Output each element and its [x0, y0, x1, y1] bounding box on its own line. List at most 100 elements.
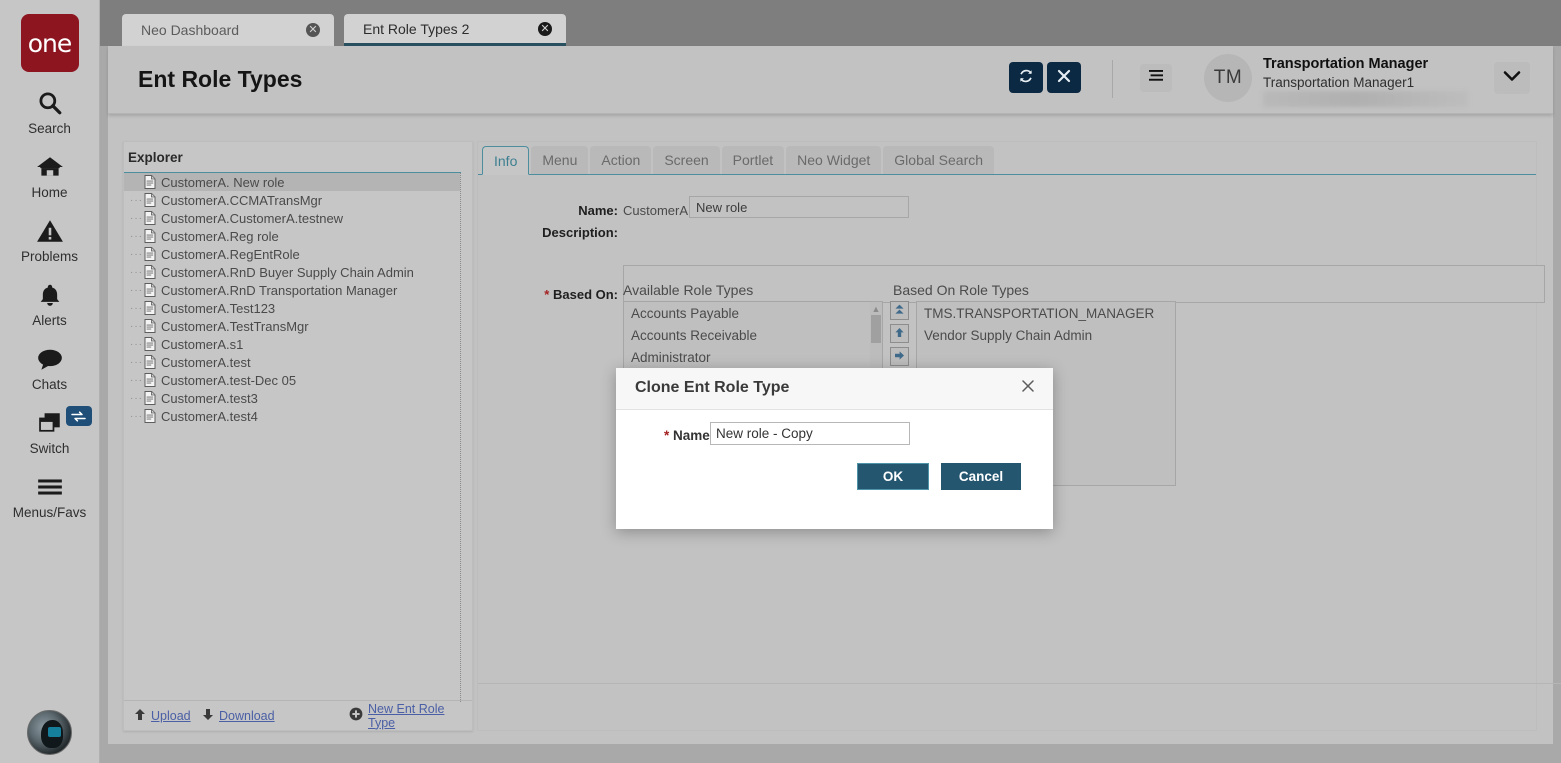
- tab-action[interactable]: Action: [590, 146, 651, 174]
- tree-connector: ···: [130, 321, 142, 332]
- document-icon: [142, 175, 158, 189]
- description-textarea[interactable]: [623, 265, 1545, 303]
- page-title: Ent Role Types: [138, 66, 302, 93]
- move-up-button[interactable]: [890, 324, 909, 343]
- tab-label: Action: [601, 152, 640, 168]
- scrollbar-thumb[interactable]: [871, 315, 881, 343]
- explorer-tree-item[interactable]: ···CustomerA.RnD Transportation Manager: [124, 281, 460, 299]
- available-role-type-item[interactable]: Accounts Receivable: [624, 324, 882, 346]
- name-input[interactable]: [689, 196, 909, 218]
- browser-tab-label: Ent Role Types 2: [344, 21, 469, 37]
- avatar[interactable]: [27, 710, 72, 755]
- explorer-tree-item[interactable]: ··· CustomerA.CustomerA.testnew: [124, 209, 460, 227]
- page-header: Ent Role Types TM Transportation Manager…: [108, 46, 1553, 114]
- explorer-tree-item-label: CustomerA.RnD Transportation Manager: [161, 283, 397, 298]
- tree-connector: ···: [130, 213, 142, 224]
- name-prefix: CustomerA .: [623, 203, 695, 218]
- sidebar-item-label: Switch: [30, 441, 70, 456]
- explorer-tree-item[interactable]: ···CustomerA.Reg role: [124, 227, 460, 245]
- explorer-tree[interactable]: CustomerA. New role···CustomerA.CCMATran…: [124, 173, 461, 702]
- available-role-type-item[interactable]: Accounts Payable: [624, 302, 882, 324]
- browser-tab-neo-dashboard[interactable]: Neo Dashboard ✕: [122, 14, 334, 46]
- tab-label: Screen: [664, 152, 708, 168]
- document-icon: [142, 265, 158, 279]
- explorer-tree-item-label: CustomerA.RnD Buyer Supply Chain Admin: [161, 265, 414, 280]
- dialog-ok-button[interactable]: OK: [857, 463, 929, 490]
- tab-neo-widget[interactable]: Neo Widget: [786, 146, 881, 174]
- new-ent-role-type-link[interactable]: New Ent Role Type: [368, 702, 472, 730]
- explorer-tree-item[interactable]: ···CustomerA.Test123: [124, 299, 460, 317]
- close-icon[interactable]: ✕: [306, 23, 320, 37]
- tree-connector: ···: [130, 249, 142, 260]
- download-link[interactable]: Download: [219, 709, 275, 723]
- document-icon: [142, 319, 158, 333]
- explorer-tree-item[interactable]: CustomerA. New role: [124, 173, 460, 191]
- tab-portlet[interactable]: Portlet: [722, 146, 784, 174]
- based-on-role-type-item[interactable]: Vendor Supply Chain Admin: [917, 324, 1175, 346]
- sidebar-item-switch[interactable]: Switch: [0, 392, 100, 456]
- close-page-button[interactable]: [1047, 62, 1081, 93]
- explorer-tree-item-label: CustomerA.test4: [161, 409, 258, 424]
- header-menu-button[interactable]: [1140, 64, 1172, 92]
- refresh-button[interactable]: [1009, 62, 1043, 93]
- scroll-up-arrow-icon[interactable]: ▲: [871, 304, 881, 314]
- redacted-user-field: [1263, 91, 1468, 107]
- explorer-tree-item[interactable]: ···CustomerA.test-Dec 05: [124, 371, 460, 389]
- tab-menu[interactable]: Menu: [531, 146, 588, 174]
- sidebar-item-problems[interactable]: Problems: [0, 200, 100, 264]
- windows-stack-icon: [37, 408, 63, 438]
- explorer-tree-item-label: CustomerA.CustomerA.testnew: [161, 211, 343, 226]
- dialog-title: Clone Ent Role Type: [635, 379, 789, 397]
- tab-global-search[interactable]: Global Search: [883, 146, 994, 174]
- document-icon: [142, 355, 158, 369]
- sidebar-item-label: Problems: [21, 249, 78, 264]
- user-avatar[interactable]: TM: [1204, 54, 1252, 102]
- browser-tab-ent-role-types-2[interactable]: Ent Role Types 2 ✕: [344, 14, 566, 46]
- document-icon: [142, 409, 158, 423]
- explorer-tree-item-label: CustomerA.s1: [161, 337, 243, 352]
- sidebar-item-chats[interactable]: Chats: [0, 328, 100, 392]
- based-on-role-type-item[interactable]: TMS.TRANSPORTATION_MANAGER: [917, 302, 1175, 324]
- tab-info[interactable]: Info: [482, 146, 529, 175]
- explorer-tree-item-label: CustomerA.test-Dec 05: [161, 373, 296, 388]
- dialog-close-button[interactable]: [1017, 377, 1039, 399]
- based-on-label: * Based On:: [488, 287, 618, 302]
- explorer-tree-item[interactable]: ···CustomerA.RnD Buyer Supply Chain Admi…: [124, 263, 460, 281]
- explorer-tree-item[interactable]: ···CustomerA.test3: [124, 389, 460, 407]
- explorer-tree-item[interactable]: ···CustomerA.test: [124, 353, 460, 371]
- explorer-tree-item[interactable]: ···CustomerA.s1: [124, 335, 460, 353]
- header-divider: [1112, 60, 1113, 98]
- explorer-tree-item[interactable]: ···CustomerA.TestTransMgr: [124, 317, 460, 335]
- arrow-up-icon: [894, 327, 905, 341]
- move-all-right-button[interactable]: [890, 301, 909, 320]
- sidebar-item-search[interactable]: Search: [0, 72, 100, 136]
- tab-screen[interactable]: Screen: [653, 146, 719, 174]
- user-name: Transportation Manager: [1263, 56, 1428, 72]
- hamburger-icon: [36, 472, 64, 502]
- explorer-tree-item[interactable]: ···CustomerA.test4: [124, 407, 460, 425]
- sidebar-item-label: Alerts: [32, 313, 67, 328]
- dialog-name-input[interactable]: [710, 422, 910, 445]
- document-icon: [142, 283, 158, 297]
- sidebar-item-home[interactable]: Home: [0, 136, 100, 200]
- sidebar-item-alerts[interactable]: Alerts: [0, 264, 100, 328]
- content-tab-row[interactable]: InfoMenu Action Screen PortletNeo Widget Glo…: [478, 142, 1536, 175]
- dialog-cancel-button[interactable]: Cancel: [941, 463, 1021, 490]
- swap-arrows-icon[interactable]: [66, 406, 92, 426]
- user-menu-button[interactable]: [1494, 62, 1530, 94]
- close-icon[interactable]: ✕: [538, 22, 552, 36]
- user-subtitle: Transportation Manager1: [1263, 75, 1414, 90]
- move-right-button[interactable]: [890, 347, 909, 366]
- upload-link[interactable]: Upload: [151, 709, 191, 723]
- document-icon: [142, 247, 158, 261]
- bell-icon: [37, 280, 63, 310]
- explorer-tree-item[interactable]: ···CustomerA.RegEntRole: [124, 245, 460, 263]
- brand-logo[interactable]: one: [21, 14, 79, 72]
- tab-label: Global Search: [894, 152, 983, 168]
- document-icon: [142, 211, 158, 225]
- name-label: Name:: [508, 203, 618, 218]
- close-x-icon: [1021, 379, 1035, 398]
- available-role-type-item[interactable]: Administrator: [624, 346, 882, 368]
- explorer-tree-item[interactable]: ···CustomerA.CCMATransMgr: [124, 191, 460, 209]
- sidebar-item-menus-favs[interactable]: Menus/Favs: [0, 456, 100, 520]
